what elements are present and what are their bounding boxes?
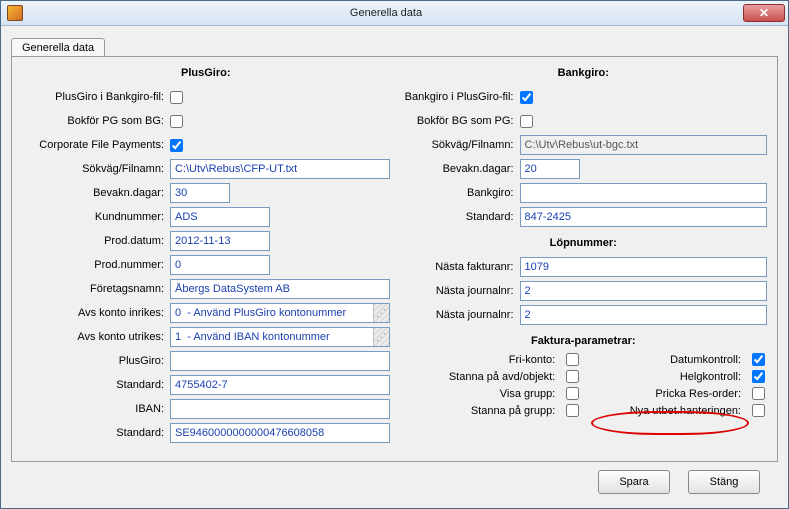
inp-pg-sokvag[interactable] — [170, 159, 390, 179]
lbl-nasta-fakturanr: Nästa fakturanr: — [400, 261, 520, 273]
lbl-helgkontroll: Helgkontroll: — [585, 371, 745, 383]
window: Generella data ✕ Generella data PlusGiro… — [0, 0, 789, 509]
inp-prod-nummer[interactable] — [170, 255, 270, 275]
lbl-visa-grupp: Visa grupp: — [400, 388, 560, 400]
lbl-stanna-grupp: Stanna på grupp: — [400, 405, 560, 417]
chevron-down-icon[interactable]: ⋰ — [373, 304, 389, 322]
lbl-foretagsnamn: Företagsnamn: — [22, 283, 170, 295]
client-area: Generella data PlusGiro: PlusGiro i Bank… — [1, 26, 788, 508]
lbl-pg-standard2: Standard: — [22, 427, 170, 439]
lbl-bg-bevakn: Bevakn.dagar: — [400, 163, 520, 175]
lbl-bg-sokvag: Sökväg/Filnamn: — [400, 139, 520, 151]
lbl-avs-inrikes: Avs konto inrikes: — [22, 307, 170, 319]
chk-stanna-grupp[interactable] — [566, 404, 579, 417]
chk-visa-grupp[interactable] — [566, 387, 579, 400]
cmb-avs-utrikes[interactable] — [170, 327, 390, 347]
inp-iban[interactable] — [170, 399, 390, 419]
plusgiro-header: PlusGiro: — [22, 67, 390, 79]
chk-nya-utbet[interactable] — [752, 404, 765, 417]
lbl-bankgiro: Bankgiro: — [400, 187, 520, 199]
chk-datumkontroll[interactable] — [752, 353, 765, 366]
titlebar: Generella data ✕ — [1, 1, 788, 26]
lbl-pg-sokvag: Sökväg/Filnamn: — [22, 163, 170, 175]
tab-generella-data[interactable]: Generella data — [11, 38, 105, 57]
chk-helgkontroll[interactable] — [752, 370, 765, 383]
tab-content: PlusGiro: PlusGiro i Bankgiro-fil: Bokfö… — [11, 56, 778, 462]
lbl-avs-utrikes: Avs konto utrikes: — [22, 331, 170, 343]
app-icon — [7, 5, 23, 21]
lbl-bokfor-pg-som-bg: Bokför PG som BG: — [22, 115, 170, 127]
inp-foretagsnamn[interactable] — [170, 279, 390, 299]
inp-pg-standard2[interactable] — [170, 423, 390, 443]
lbl-corp-file-payments: Corporate File Payments: — [22, 139, 170, 151]
inp-prod-datum[interactable] — [170, 231, 270, 251]
inp-kundnummer[interactable] — [170, 207, 270, 227]
lbl-pg-bevakn: Bevakn.dagar: — [22, 187, 170, 199]
lbl-prod-datum: Prod.datum: — [22, 235, 170, 247]
lbl-plusgiro: PlusGiro: — [22, 355, 170, 367]
inp-nasta-fakturanr[interactable] — [520, 257, 768, 277]
inp-pg-bevakn[interactable] — [170, 183, 230, 203]
chevron-down-icon[interactable]: ⋰ — [373, 328, 389, 346]
lbl-datumkontroll: Datumkontroll: — [585, 354, 745, 366]
close-window-button[interactable]: Stäng — [688, 470, 760, 494]
close-icon: ✕ — [759, 6, 769, 20]
chk-bokfor-pg-som-bg[interactable] — [170, 115, 183, 128]
window-title: Generella data — [29, 7, 743, 19]
chk-fri-konto[interactable] — [566, 353, 579, 366]
inp-bg-sokvag — [520, 135, 768, 155]
chk-bokfor-bg-som-pg[interactable] — [520, 115, 533, 128]
bankgiro-column: Bankgiro: Bankgiro i PlusGiro-fil: Bokfö… — [400, 65, 768, 445]
inp-plusgiro[interactable] — [170, 351, 390, 371]
inp-bankgiro[interactable] — [520, 183, 768, 203]
lbl-pricka-resorder: Pricka Res-order: — [585, 388, 745, 400]
lbl-pg-standard: Standard: — [22, 379, 170, 391]
lbl-prod-nummer: Prod.nummer: — [22, 259, 170, 271]
chk-bg-i-pg-fil[interactable] — [520, 91, 533, 104]
faktura-header: Faktura-parametrar: — [400, 335, 768, 347]
tab-label: Generella data — [22, 42, 94, 54]
lbl-bokfor-bg-som-pg: Bokför BG som PG: — [400, 115, 520, 127]
lbl-nasta-journalnr2: Nästa journalnr: — [400, 309, 520, 321]
chk-pricka-resorder[interactable] — [752, 387, 765, 400]
inp-nasta-journalnr2[interactable] — [520, 305, 768, 325]
save-button[interactable]: Spara — [598, 470, 670, 494]
lopnummer-header: Löpnummer: — [400, 237, 768, 249]
plusgiro-column: PlusGiro: PlusGiro i Bankgiro-fil: Bokfö… — [22, 65, 390, 445]
lbl-fri-konto: Fri-konto: — [400, 354, 560, 366]
lbl-pg-i-bg-fil: PlusGiro i Bankgiro-fil: — [22, 91, 170, 103]
bottom-bar: Spara Stäng — [11, 462, 778, 502]
lbl-nasta-journalnr1: Nästa journalnr: — [400, 285, 520, 297]
tab-strip: Generella data — [11, 34, 778, 56]
inp-bg-bevakn[interactable] — [520, 159, 580, 179]
lbl-nya-utbet: Nya utbet.hanteringen: — [585, 405, 745, 417]
faktura-grid: Fri-konto: Datumkontroll: Stanna på avd/… — [400, 353, 768, 417]
inp-nasta-journalnr1[interactable] — [520, 281, 768, 301]
inp-bg-standard[interactable] — [520, 207, 768, 227]
chk-pg-i-bg-fil[interactable] — [170, 91, 183, 104]
inp-pg-standard[interactable] — [170, 375, 390, 395]
lbl-kundnummer: Kundnummer: — [22, 211, 170, 223]
bankgiro-header: Bankgiro: — [400, 67, 768, 79]
chk-stanna-avd[interactable] — [566, 370, 579, 383]
chk-corp-file-payments[interactable] — [170, 139, 183, 152]
close-button[interactable]: ✕ — [743, 4, 785, 22]
lbl-stanna-avd: Stanna på avd/objekt: — [400, 371, 560, 383]
lbl-bg-i-pg-fil: Bankgiro i PlusGiro-fil: — [400, 91, 520, 103]
cmb-avs-inrikes[interactable] — [170, 303, 390, 323]
lbl-bg-standard: Standard: — [400, 211, 520, 223]
lbl-iban: IBAN: — [22, 403, 170, 415]
